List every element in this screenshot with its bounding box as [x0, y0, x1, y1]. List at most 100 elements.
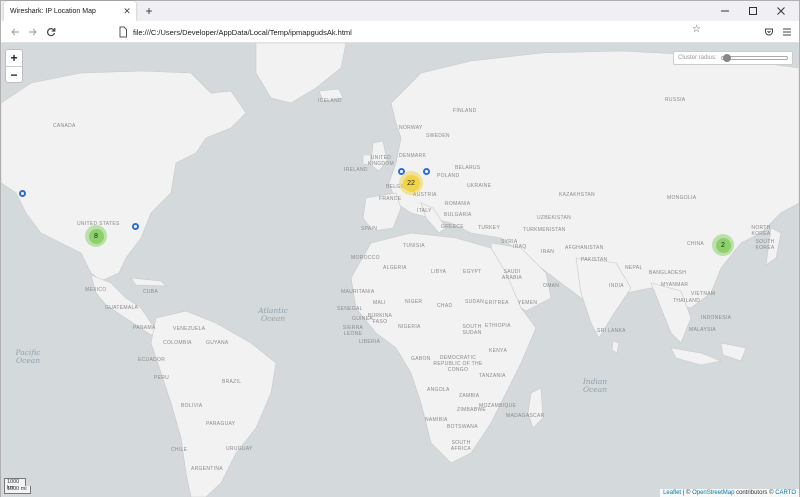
country-label: INDONESIA: [701, 315, 732, 321]
scale-mi: 1000 mi: [4, 486, 31, 494]
country-label: THAILAND: [673, 298, 701, 304]
country-label: CUBA: [143, 289, 159, 295]
maximize-icon[interactable]: [739, 1, 767, 21]
carto-link[interactable]: CARTO: [775, 490, 796, 496]
country-label: NEPAL: [625, 265, 643, 271]
country-label: TURKMENISTAN: [523, 227, 566, 233]
tab-strip: Wireshark: IP Location Map ✕ +: [1, 1, 799, 21]
country-label: ARGENTINA: [191, 466, 223, 472]
map-attribution: Leaflet | © OpenStreetMap contributors ©…: [660, 489, 799, 497]
ocean-label-pacific: Pacific Ocean: [15, 348, 41, 365]
country-label: EGYPT: [463, 269, 482, 275]
country-label: CANADA: [53, 123, 76, 129]
country-label: KENYA: [489, 348, 508, 354]
country-label: ANGOLA: [427, 387, 450, 393]
marker-cluster-europe[interactable]: 22: [399, 171, 423, 195]
minimize-icon[interactable]: [711, 1, 739, 21]
country-label: SPAIN: [361, 226, 378, 232]
forward-arrow-icon[interactable]: [25, 24, 41, 40]
reload-icon[interactable]: [43, 24, 59, 40]
country-label: SOUTH SUDAN: [462, 324, 482, 336]
country-label: MEXICO: [85, 287, 107, 293]
url-bar[interactable]: file:///C:/Users/Developer/AppData/Local…: [111, 23, 701, 41]
country-label: DEMOCRATIC REPUBLIC OF THE CONGO: [433, 355, 483, 373]
country-label: SWEDEN: [426, 133, 450, 139]
hamburger-menu-icon[interactable]: [779, 24, 795, 40]
country-label: GUATEMALA: [105, 305, 139, 311]
location-marker[interactable]: [423, 168, 430, 175]
country-label: UNITED KINGDOM: [368, 155, 394, 167]
country-label: SENEGAL: [337, 306, 363, 312]
ip-location-map[interactable]: CANADA UNITED STATES MEXICO CUBA GUATEMA…: [1, 43, 799, 497]
country-label: PARAGUAY: [206, 421, 236, 427]
country-label: NIGERIA: [398, 324, 421, 330]
country-label: BURKINA FASO: [367, 313, 393, 325]
country-label: TUNISIA: [403, 243, 425, 249]
country-label: CHILE: [171, 447, 188, 453]
country-label: TURKEY: [478, 225, 501, 231]
tab-wireshark-map[interactable]: Wireshark: IP Location Map ✕: [4, 1, 136, 21]
cluster-count: 22: [402, 174, 420, 192]
country-label: MYANMAR: [661, 282, 689, 288]
country-label: VENEZUELA: [173, 326, 206, 332]
back-arrow-icon[interactable]: [7, 24, 23, 40]
cluster-radius-slider[interactable]: [720, 54, 788, 62]
map-scale: 1000 km 1000 mi: [4, 478, 31, 494]
zoom-in-button[interactable]: +: [6, 50, 22, 66]
country-label: NAMIBIA: [425, 417, 448, 423]
pocket-icon[interactable]: [761, 24, 777, 40]
scale-km: 1000 km: [4, 478, 26, 491]
country-label: IRELAND: [344, 167, 368, 173]
slider-thumb[interactable]: [722, 54, 731, 62]
country-label: SAUDI ARABIA: [501, 269, 523, 281]
marker-cluster-china[interactable]: 2: [712, 234, 734, 256]
country-label: CHINA: [687, 241, 705, 247]
country-label: COLOMBIA: [163, 340, 192, 346]
attribution-contributors: contributors ©: [734, 490, 776, 496]
country-label: NORTH KOREA: [751, 225, 771, 237]
url-text: file:///C:/Users/Developer/AppData/Local…: [133, 27, 352, 37]
country-label: BRAZIL: [222, 379, 242, 385]
new-tab-button[interactable]: +: [141, 3, 157, 19]
zoom-out-button[interactable]: −: [6, 67, 22, 83]
country-label: ETHIOPIA: [485, 323, 511, 329]
country-label: BULGARIA: [444, 212, 472, 218]
country-label: ITALY: [417, 208, 432, 214]
country-label: MALI: [373, 300, 386, 306]
browser-window: Wireshark: IP Location Map ✕ + file:///C…: [0, 0, 800, 497]
osm-link[interactable]: OpenStreetMap: [692, 490, 734, 496]
file-icon: [119, 26, 127, 38]
cluster-radius-control: Cluster radius:: [673, 51, 793, 65]
marker-cluster-united-states[interactable]: 8: [85, 225, 107, 247]
close-window-icon[interactable]: [767, 1, 795, 21]
navigation-bar: file:///C:/Users/Developer/AppData/Local…: [1, 21, 799, 43]
country-label: GABON: [411, 356, 431, 362]
country-label: URUGUAY: [226, 446, 253, 452]
tab-title: Wireshark: IP Location Map: [10, 7, 96, 15]
country-label: UZBEKISTAN: [537, 215, 572, 221]
country-label: GUYANA: [206, 340, 229, 346]
country-label: BOLIVIA: [181, 403, 203, 409]
country-label: VIETNAM: [691, 291, 716, 297]
country-label: SYRIA: [501, 239, 518, 245]
close-tab-icon[interactable]: ✕: [120, 6, 134, 17]
country-label: MADAGASCAR: [506, 413, 545, 419]
country-label: PERU: [154, 375, 170, 381]
country-label: MAURITANIA: [341, 289, 375, 295]
location-marker[interactable]: [132, 223, 139, 230]
country-label: NORWAY: [399, 125, 423, 131]
country-label: MALAYSIA: [689, 327, 717, 333]
country-label: ECUADOR: [138, 357, 166, 363]
cluster-radius-label: Cluster radius:: [678, 55, 717, 61]
leaflet-link[interactable]: Leaflet: [663, 490, 681, 496]
location-marker[interactable]: [19, 190, 26, 197]
country-label: ICELAND: [318, 98, 342, 104]
bookmark-star-icon[interactable]: ☆: [692, 24, 701, 35]
zoom-control: + −: [5, 49, 23, 83]
country-label: INDIA: [609, 283, 624, 289]
ocean-label-atlantic: Atlantic Ocean: [258, 306, 288, 323]
country-label: ZAMBIA: [459, 393, 480, 399]
country-label: SIERRA LEONE: [342, 325, 364, 337]
cluster-count: 2: [715, 237, 731, 253]
country-label: SOUTH AFRICA: [450, 440, 472, 452]
